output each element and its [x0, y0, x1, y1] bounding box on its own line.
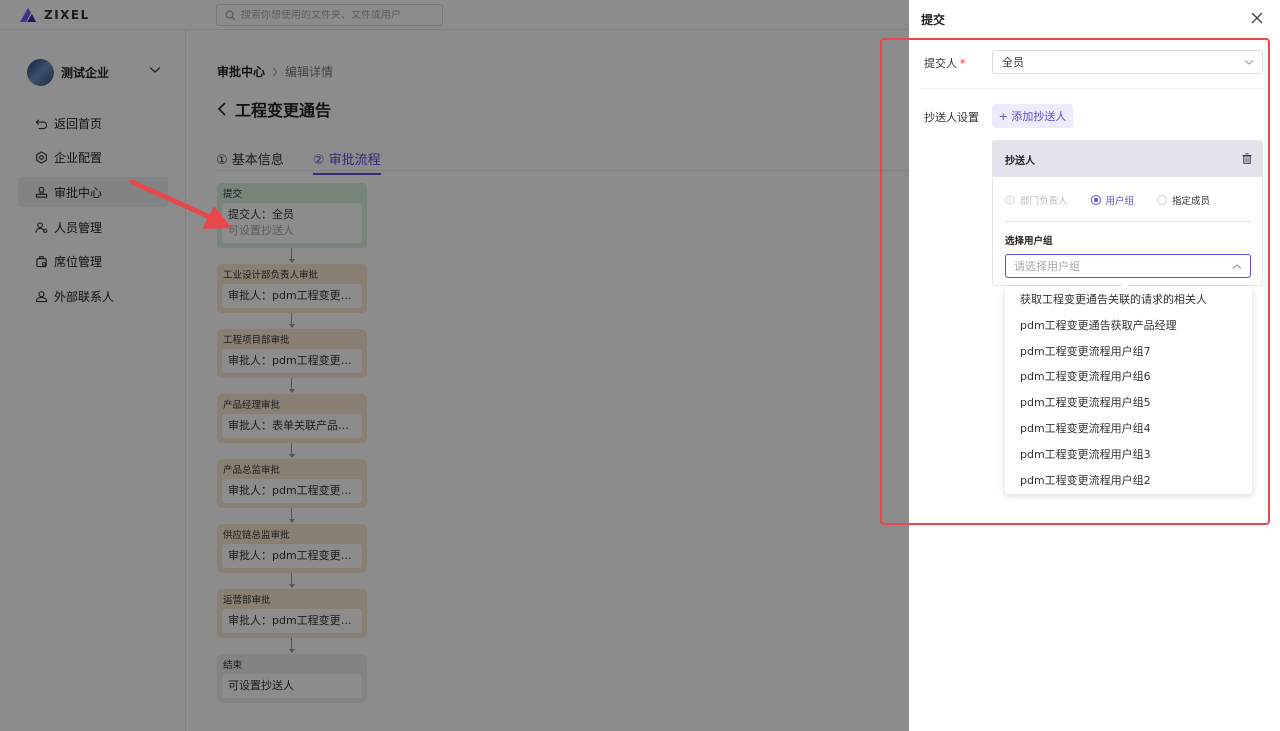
modal-overlay[interactable] — [0, 0, 909, 731]
submit-drawer: 提交 提交人 * 全员 抄送人设置 + 添加抄送人 抄送人 部门负责人 用户组 指… — [909, 0, 1280, 731]
radio-dot — [1005, 195, 1015, 205]
radio-dot — [1090, 195, 1101, 205]
dropdown-option[interactable]: 获取工程变更通告关联的请求的相关人 — [1005, 287, 1252, 313]
required-mark: * — [960, 57, 966, 70]
drawer-title: 提交 — [921, 13, 946, 27]
annotation-arrow-icon — [129, 179, 232, 229]
trash-icon[interactable] — [1242, 153, 1252, 164]
cc-card-header: 抄送人 — [993, 141, 1262, 177]
user-group-label: 选择用户组 — [1005, 236, 1053, 247]
close-icon[interactable] — [1250, 11, 1264, 25]
cc-settings-label: 抄送人设置 — [924, 111, 979, 124]
submitter-label: 提交人 * — [924, 55, 966, 71]
dropdown-option[interactable]: pdm工程变更流程用户组3 — [1005, 442, 1252, 468]
dropdown-option[interactable]: pdm工程变更流程用户组5 — [1005, 390, 1252, 416]
user-group-dropdown: 获取工程变更通告关联的请求的相关人 pdm工程变更通告获取产品经理 pdm工程变… — [1005, 287, 1252, 494]
submitter-label-text: 提交人 — [924, 57, 957, 70]
radio-dot — [1157, 195, 1168, 205]
dropdown-option[interactable]: pdm工程变更通告获取产品经理 — [1005, 313, 1252, 339]
cc-card: 抄送人 部门负责人 用户组 指定成员 选择用户组 — [992, 140, 1263, 286]
dropdown-option[interactable]: pdm工程变更流程用户组2 — [1005, 468, 1252, 494]
dropdown-option[interactable]: pdm工程变更流程用户组4 — [1005, 416, 1252, 442]
dropdown-caret — [1119, 282, 1131, 288]
chevron-up-icon — [1232, 264, 1242, 269]
dropdown-option[interactable]: pdm工程变更流程用户组6 — [1005, 364, 1252, 390]
form-divider — [921, 88, 1263, 89]
cc-card-title: 抄送人 — [1005, 155, 1035, 167]
radio-dept-head[interactable]: 部门负责人 — [1005, 193, 1068, 207]
submitter-select-value: 全员 — [1002, 56, 1024, 69]
submitter-select[interactable]: 全员 — [992, 50, 1263, 74]
chevron-down-icon — [1244, 60, 1254, 65]
add-cc-button[interactable]: + 添加抄送人 — [992, 104, 1073, 128]
radio-label: 部门负责人 — [1020, 196, 1068, 207]
cc-card-divider — [1005, 221, 1251, 222]
user-group-select[interactable] — [1005, 254, 1251, 278]
radio-user-group[interactable]: 用户组 — [1090, 193, 1135, 207]
radio-specific-members[interactable]: 指定成员 — [1157, 193, 1210, 207]
dropdown-option[interactable]: pdm工程变更流程用户组7 — [1005, 339, 1252, 365]
cc-type-radio-group: 部门负责人 用户组 指定成员 — [1005, 193, 1233, 207]
user-group-input[interactable] — [1014, 259, 1214, 273]
radio-label: 用户组 — [1105, 196, 1135, 207]
radio-label: 指定成员 — [1172, 196, 1211, 207]
